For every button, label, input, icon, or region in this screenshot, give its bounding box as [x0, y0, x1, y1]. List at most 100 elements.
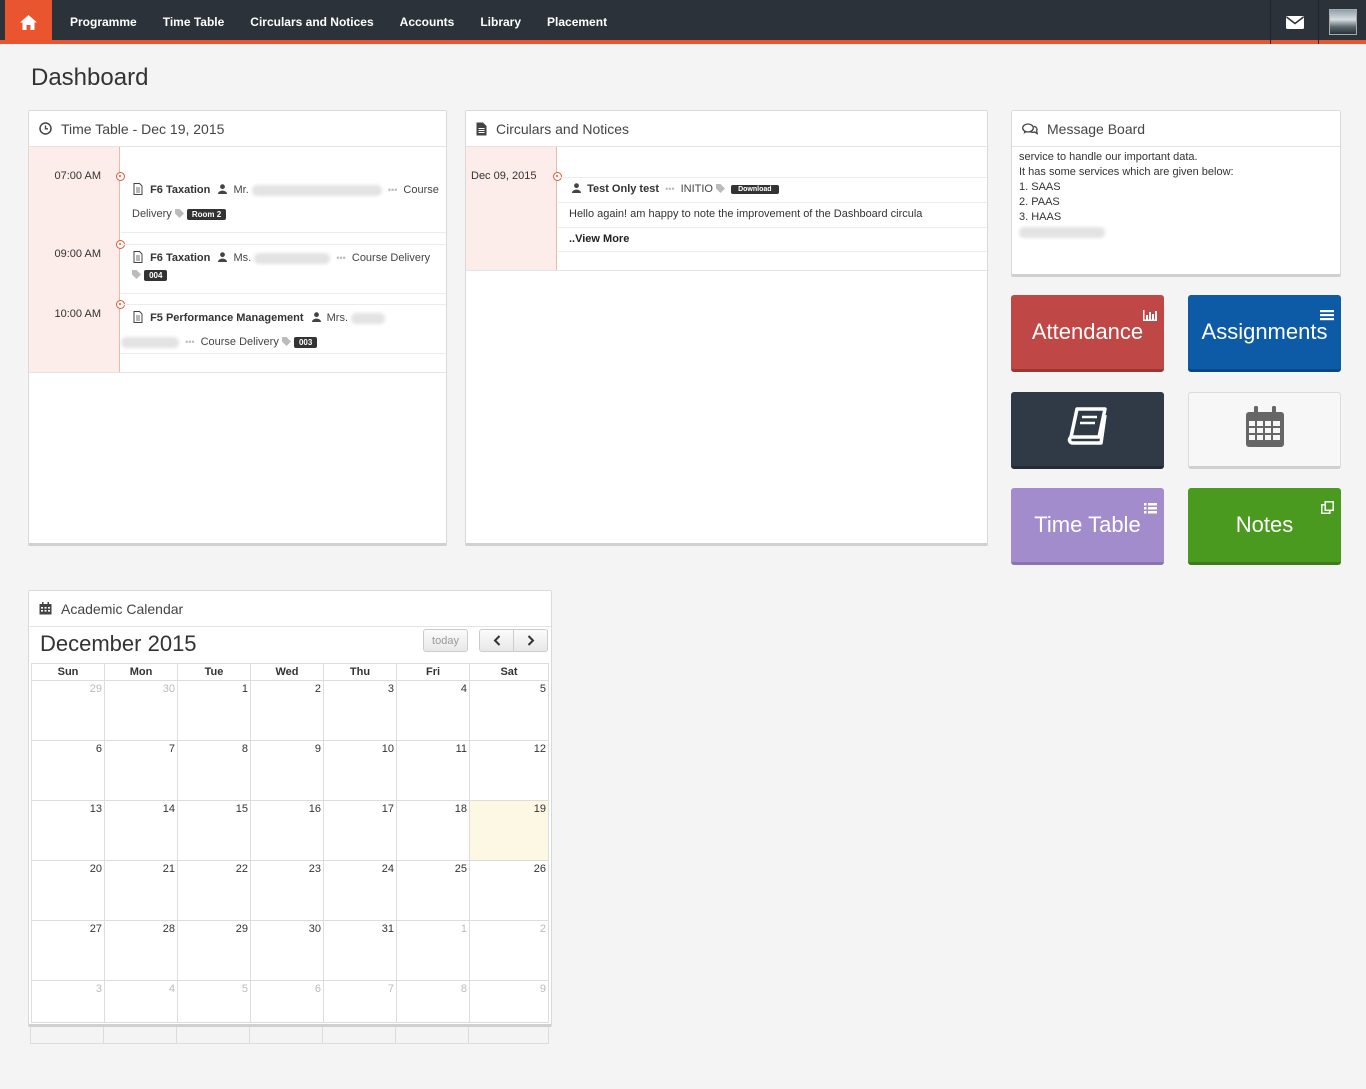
today-button[interactable]: today: [423, 629, 468, 652]
weekday-header: Sat: [469, 663, 549, 681]
attendance-label: Attendance: [1031, 319, 1144, 344]
circular-item[interactable]: Test Only test ••• INITIO Download: [572, 183, 779, 195]
calendar-day[interactable]: 15: [177, 800, 251, 861]
attendance-tile[interactable]: Attendance: [1011, 295, 1164, 372]
calendar-day[interactable]: 25: [396, 860, 470, 921]
calendar-day[interactable]: 4: [396, 680, 470, 741]
message-line: It has some services which are given bel…: [1019, 166, 1234, 178]
calendar-icon: [39, 602, 52, 615]
calendar-day[interactable]: 9: [250, 740, 324, 801]
timetable-time: 09:00 AM: [54, 248, 101, 260]
library-tile[interactable]: [1011, 392, 1164, 469]
calendar-day[interactable]: 24: [323, 860, 397, 921]
calendar-day[interactable]: 1: [396, 920, 470, 981]
calendar-day[interactable]: 3: [31, 980, 105, 1023]
calendar-day[interactable]: 6: [250, 980, 324, 1023]
session-type: Course Delivery: [200, 336, 279, 348]
timetable-label: Time Table: [1034, 512, 1141, 537]
calendar-day[interactable]: 9: [469, 980, 549, 1023]
calendar-day[interactable]: 1: [177, 680, 251, 741]
calendar-day[interactable]: 17: [323, 800, 397, 861]
circular-body: Hello again! am happy to note the improv…: [569, 208, 923, 220]
home-icon: [20, 14, 37, 30]
calendar-day[interactable]: 29: [31, 680, 105, 741]
calendar-day[interactable]: 29: [177, 920, 251, 981]
nav-circulars-and-notices[interactable]: Circulars and Notices: [238, 0, 385, 44]
nav-right-actions: [1270, 0, 1366, 44]
timetable-entry[interactable]: F6 Taxation Mr. ••• Course: [133, 183, 439, 196]
nav-accounts[interactable]: Accounts: [388, 0, 467, 44]
circulars-timeline: Dec 09, 2015 Test Only test ••• INITIO D…: [466, 147, 987, 271]
nav-library[interactable]: Library: [468, 0, 533, 44]
calendar-day[interactable]: 7: [104, 740, 178, 801]
calendar-day[interactable]: 4: [104, 980, 178, 1023]
page-title: Dashboard: [31, 64, 149, 91]
calendar-day[interactable]: 5: [469, 680, 549, 741]
assignments-tile[interactable]: Assignments: [1188, 295, 1341, 372]
tag-icon: [281, 336, 291, 348]
calendar-day[interactable]: 7: [323, 980, 397, 1023]
chevron-left-icon: [493, 635, 500, 646]
calendar-tile[interactable]: [1188, 392, 1341, 469]
room-badge: 004: [144, 269, 168, 281]
message-line: 1. SAAS: [1019, 181, 1061, 193]
top-navbar: Programme Time Table Circulars and Notic…: [0, 0, 1366, 44]
home-button[interactable]: [5, 0, 52, 44]
nav-placement[interactable]: Placement: [535, 0, 619, 44]
list-icon: [1144, 494, 1157, 520]
calendar-day[interactable]: 27: [31, 920, 105, 981]
calendar-day[interactable]: 10: [323, 740, 397, 801]
timetable-panel-header: Time Table - Dec 19, 2015: [29, 111, 446, 147]
calendar-day[interactable]: 2: [250, 680, 324, 741]
calendar-day[interactable]: 2: [469, 920, 549, 981]
nav-programme[interactable]: Programme: [58, 0, 149, 44]
session-type: Delivery: [132, 208, 172, 220]
calendar-day[interactable]: 23: [250, 860, 324, 921]
list-icon: [1320, 301, 1334, 327]
calendar-day[interactable]: 8: [177, 740, 251, 801]
calendar-day[interactable]: 5: [177, 980, 251, 1023]
view-more-link[interactable]: ..View More: [569, 233, 629, 245]
weekday-header: Wed: [250, 663, 324, 681]
user-menu-button[interactable]: [1318, 0, 1366, 44]
calendar-day[interactable]: 20: [31, 860, 105, 921]
calendar-day[interactable]: 16: [250, 800, 324, 861]
calendar-day[interactable]: 26: [469, 860, 549, 921]
timetable-entry[interactable]: F5 Performance Management Mrs.: [133, 311, 386, 324]
next-month-button[interactable]: [513, 629, 548, 652]
calendar-day[interactable]: 13: [31, 800, 105, 861]
calendar-day[interactable]: 28: [104, 920, 178, 981]
calendar-day[interactable]: 3: [323, 680, 397, 741]
calendar-day[interactable]: 12: [469, 740, 549, 801]
circular-title: Test Only test: [587, 183, 659, 195]
circular-date: Dec 09, 2015: [471, 170, 537, 182]
calendar-day[interactable]: 18: [396, 800, 470, 861]
calendar-day[interactable]: 14: [104, 800, 178, 861]
calendar-day[interactable]: 30: [104, 680, 178, 741]
notes-tile[interactable]: Notes: [1188, 488, 1341, 565]
messages-button[interactable]: [1270, 0, 1318, 44]
circulars-panel: Circulars and Notices Dec 09, 2015 Test …: [465, 110, 988, 546]
prev-month-button[interactable]: [479, 629, 514, 652]
calendar-day[interactable]: 30: [250, 920, 324, 981]
calendar-day[interactable]: 6: [31, 740, 105, 801]
timetable-tile[interactable]: Time Table: [1011, 488, 1164, 565]
calendar-day[interactable]: 31: [323, 920, 397, 981]
user-icon: [218, 184, 228, 196]
calendar-day[interactable]: 8: [396, 980, 470, 1023]
nav-time-table[interactable]: Time Table: [151, 0, 237, 44]
user-icon: [218, 252, 228, 264]
subject-name: F6 Taxation: [150, 252, 211, 264]
calendar-day-today[interactable]: 19: [469, 800, 549, 861]
timetable-entry[interactable]: F6 Taxation Ms. ••• Course Delivery: [133, 251, 430, 264]
calendar-day[interactable]: 11: [396, 740, 470, 801]
subject-name: F5 Performance Management: [150, 312, 304, 324]
calendar-day[interactable]: 22: [177, 860, 251, 921]
download-button[interactable]: Download: [731, 184, 779, 194]
calendar-day[interactable]: 21: [104, 860, 178, 921]
weekday-header: Mon: [104, 663, 178, 681]
session-type: Course: [403, 184, 439, 196]
room-badge: Room 2: [186, 208, 227, 220]
weekday-header: Sun: [31, 663, 105, 681]
message-line: service to handle our important data.: [1019, 151, 1198, 163]
